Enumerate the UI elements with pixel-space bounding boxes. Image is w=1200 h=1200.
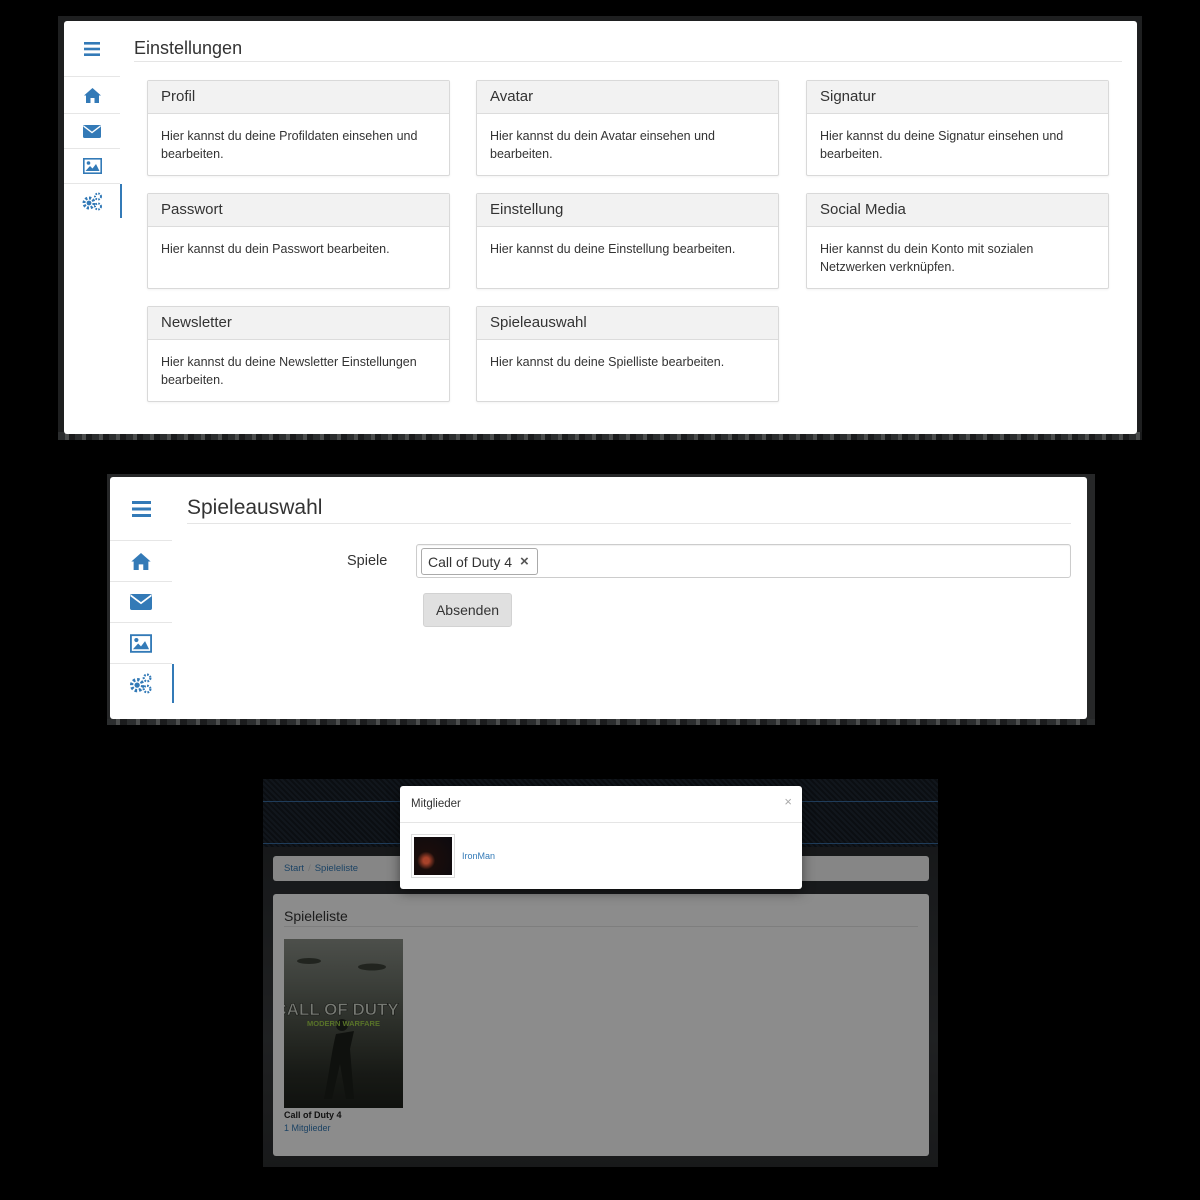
card-description: Hier kannst du deine Signatur einsehen u… [820, 129, 1064, 161]
avatar-image [414, 837, 452, 875]
selected-game-tag: Call of Duty 4 × [421, 548, 538, 575]
settings-card-preferences[interactable]: Einstellung Hier kannst du deine Einstel… [476, 193, 779, 289]
side-nav [110, 477, 174, 703]
gears-icon [129, 673, 153, 694]
members-modal: Mitglieder × IronMan [400, 786, 802, 889]
title-divider [187, 523, 1071, 524]
settings-card-profile[interactable]: Profil Hier kannst du deine Profildaten … [147, 80, 450, 176]
card-title[interactable]: Spieleauswahl [477, 307, 778, 340]
nav-item-settings[interactable] [64, 183, 122, 218]
nav-item-settings[interactable] [110, 663, 174, 703]
page-title: Einstellungen [134, 38, 243, 58]
card-title[interactable]: Social Media [807, 194, 1108, 227]
picture-icon [130, 633, 152, 653]
settings-panel: Einstellungen Profil Hier kannst du dein… [64, 21, 1137, 434]
menu-toggle-button[interactable] [64, 21, 120, 76]
close-icon[interactable]: × [784, 794, 792, 809]
game-select-panel: Spieleauswahl Spiele Call of Duty 4 × Ab… [110, 477, 1087, 719]
modal-divider [400, 822, 802, 823]
card-description: Hier kannst du deine Spielliste bearbeit… [490, 355, 725, 369]
settings-card-social-media[interactable]: Social Media Hier kannst du dein Konto m… [806, 193, 1109, 289]
settings-card-signature[interactable]: Signatur Hier kannst du deine Signatur e… [806, 80, 1109, 176]
picture-icon [82, 158, 102, 174]
nav-item-home[interactable] [110, 540, 172, 581]
settings-card-newsletter[interactable]: Newsletter Hier kannst du deine Newslett… [147, 306, 450, 402]
settings-card-password[interactable]: Passwort Hier kannst du dein Passwort be… [147, 193, 450, 289]
card-title[interactable]: Avatar [477, 81, 778, 114]
envelope-icon [83, 124, 101, 138]
member-name-link[interactable]: IronMan [462, 851, 495, 861]
side-nav [64, 21, 122, 218]
page-title: Spieleauswahl [187, 496, 323, 519]
home-icon [83, 87, 101, 103]
card-description: Hier kannst du deine Einstellung bearbei… [490, 242, 736, 256]
games-label: Spiele [347, 553, 388, 569]
card-description: Hier kannst du dein Passwort bearbeiten. [161, 242, 390, 256]
modal-title: Mitglieder [411, 798, 461, 810]
card-title[interactable]: Passwort [148, 194, 449, 227]
card-description: Hier kannst du dein Konto mit sozialen N… [820, 242, 1034, 274]
home-icon [131, 552, 151, 570]
nav-item-messages[interactable] [64, 113, 120, 148]
games-tag-input[interactable]: Call of Duty 4 × [416, 544, 1071, 578]
card-title[interactable]: Newsletter [148, 307, 449, 340]
card-description: Hier kannst du deine Newsletter Einstell… [161, 355, 417, 387]
menu-toggle-button[interactable] [110, 477, 172, 540]
card-description: Hier kannst du dein Avatar einsehen und … [490, 129, 715, 161]
card-title[interactable]: Einstellung [477, 194, 778, 227]
hamburger-icon [131, 500, 151, 517]
nav-item-messages[interactable] [110, 581, 172, 622]
card-title[interactable]: Signatur [807, 81, 1108, 114]
nav-item-home[interactable] [64, 76, 120, 113]
avatar[interactable] [411, 834, 455, 878]
gears-icon [82, 192, 103, 211]
settings-card-avatar[interactable]: Avatar Hier kannst du dein Avatar einseh… [476, 80, 779, 176]
envelope-icon [130, 594, 152, 610]
tag-label: Call of Duty 4 [428, 553, 513, 570]
card-description: Hier kannst du deine Profildaten einsehe… [161, 129, 418, 161]
card-title[interactable]: Profil [148, 81, 449, 114]
remove-tag-icon[interactable]: × [520, 553, 529, 570]
hamburger-icon [84, 41, 100, 56]
nav-item-gallery[interactable] [110, 622, 172, 663]
title-divider [134, 61, 1122, 62]
settings-card-game-selection[interactable]: Spieleauswahl Hier kannst du deine Spiel… [476, 306, 779, 402]
game-list-screenshot: Start/Spieleliste Spieleliste CALL OF DU… [263, 779, 938, 1167]
nav-item-gallery[interactable] [64, 148, 120, 183]
submit-button[interactable]: Absenden [423, 593, 512, 627]
